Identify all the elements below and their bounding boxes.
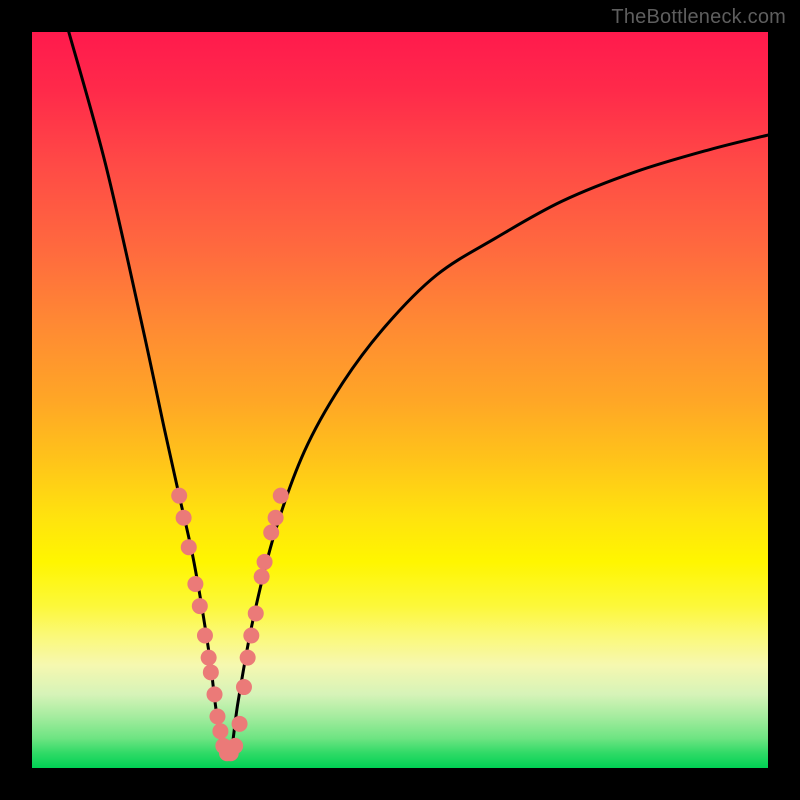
curve-markers — [171, 488, 289, 762]
curve-marker — [176, 510, 192, 526]
curve-marker — [207, 686, 223, 702]
curve-marker — [254, 569, 270, 585]
chart-plot-area — [32, 32, 768, 768]
curve-marker — [192, 598, 208, 614]
curve-marker — [268, 510, 284, 526]
curve-marker — [212, 723, 228, 739]
curve-marker — [236, 679, 252, 695]
curve-marker — [232, 716, 248, 732]
curve-marker — [171, 488, 187, 504]
curve-marker — [227, 738, 243, 754]
curve-marker — [243, 628, 259, 644]
curve-marker — [240, 650, 256, 666]
chart-svg — [32, 32, 768, 768]
curve-marker — [209, 708, 225, 724]
bottleneck-curve — [69, 32, 768, 759]
chart-frame: TheBottleneck.com — [0, 0, 800, 800]
curve-marker — [257, 554, 273, 570]
curve-marker — [248, 605, 264, 621]
watermark-text: TheBottleneck.com — [611, 6, 786, 29]
curve-marker — [203, 664, 219, 680]
curve-marker — [197, 628, 213, 644]
curve-marker — [273, 488, 289, 504]
curve-marker — [263, 524, 279, 540]
curve-marker — [201, 650, 217, 666]
curve-marker — [181, 539, 197, 555]
curve-marker — [187, 576, 203, 592]
